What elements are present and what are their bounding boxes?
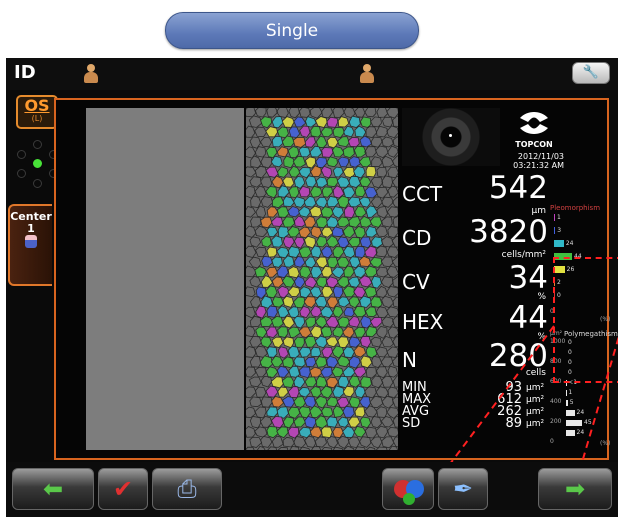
pleomorphism-bar-label: 1 [557, 214, 561, 221]
stat-unit-max: µm² [526, 395, 545, 405]
polymegathism-axis-label: 200 [550, 418, 562, 425]
polymegathism-axis-label: 400 [550, 398, 562, 405]
stat-value-sd: 89 [505, 416, 522, 431]
eye-sub-label: (L) [31, 114, 43, 123]
cell-analysis-image [246, 108, 398, 450]
metric-value-cct: 542 [488, 170, 548, 206]
patient-icon[interactable] [84, 64, 98, 84]
metric-unit-cd: cells/mm² [501, 250, 546, 260]
anterior-eye-thumbnail [402, 108, 500, 166]
fixation-dot-top[interactable] [33, 140, 42, 149]
polymegathism-bar-label: 24 [576, 429, 585, 436]
patient-position-icon [25, 235, 37, 248]
polymegathism-bar-label: 1 [568, 389, 573, 396]
metric-label-n: N [402, 348, 417, 372]
metric-value-cv: 34 [508, 260, 548, 296]
back-camera-button[interactable]: ⬅ [12, 468, 94, 510]
eye-select-button[interactable]: OS (L) [16, 95, 58, 129]
polymegathism-percent-label: (%) [600, 440, 611, 447]
id-label: ID [14, 62, 36, 83]
next-button[interactable]: ➡ [538, 468, 612, 510]
bottom-toolbar: ⬅ ✔ ⎙ ✒ ➡ [6, 462, 618, 517]
pleomorphism-bar-label: 24 [565, 240, 574, 247]
brand-name: TOPCON [515, 140, 553, 149]
printer-icon: ⎙ [177, 475, 197, 503]
metric-unit-n: cells [525, 368, 546, 378]
cell-map-button[interactable] [382, 468, 434, 510]
eye-label: OS [24, 96, 50, 115]
metric-label-hex: HEX [402, 310, 444, 334]
pleomorphism-title: Pleomorphism [550, 204, 601, 212]
patients-list-icon[interactable] [360, 64, 374, 84]
endothelium-image [86, 108, 244, 450]
polymegathism-bar-label: 45 [584, 419, 592, 426]
fixation-dot-lower-left[interactable] [17, 169, 26, 178]
topcon-logo-icon [520, 112, 548, 134]
cell-map-icon [394, 480, 424, 505]
pleomorphism-bar [554, 227, 556, 234]
print-button[interactable]: ⎙ [152, 468, 222, 510]
pleomorphism-bar-label: 3 [557, 227, 562, 234]
screen: Single ID 🔧 OS (L) Center 1 TOPCON 2012/… [0, 0, 618, 517]
polymegathism-bar [566, 410, 575, 416]
pen-icon: ✒ [452, 475, 474, 503]
results-panel: TOPCON 2012/11/03 03:21:32 AM CCT 542 µm… [54, 98, 609, 460]
wrench-icon: 🔧 [582, 65, 600, 80]
metric-value-cd: 3820 [469, 214, 548, 250]
single-mode-button[interactable]: Single [165, 12, 419, 49]
brand-logo: TOPCON [511, 110, 557, 149]
polymegathism-axis-label: 0 [550, 438, 554, 445]
position-number: 1 [27, 222, 35, 235]
stat-unit-avg: µm² [526, 407, 545, 417]
polymegathism-bar-label: 5 [569, 399, 574, 406]
stat-unit-min: µm² [526, 383, 545, 393]
capture-time: 03:21:32 AM [513, 161, 564, 170]
trace-pen-button[interactable]: ✒ [438, 468, 488, 510]
polymegathism-bar [566, 430, 575, 436]
fixation-dot-bottom[interactable] [33, 179, 42, 188]
position-tab-center[interactable]: Center 1 [8, 204, 52, 286]
metric-label-cd: CD [402, 226, 432, 250]
top-bar: ID 🔧 [6, 58, 618, 90]
fixation-dot-center[interactable] [33, 159, 42, 168]
metric-label-cct: CCT [402, 182, 443, 206]
back-arrow-camera-icon: ⬅ [42, 475, 64, 503]
metric-value-hex: 44 [508, 300, 548, 336]
confirm-button[interactable]: ✔ [98, 468, 148, 510]
device-display: ID 🔧 OS (L) Center 1 TOPCON 2012/11/03 0… [6, 58, 618, 517]
metric-label-cv: CV [402, 270, 430, 294]
fixation-dot-upper-left[interactable] [17, 150, 26, 159]
pleomorphism-bar [554, 214, 555, 221]
capture-date: 2012/11/03 [517, 152, 564, 161]
cell-overlay [246, 108, 398, 450]
stat-label-sd: SD [402, 416, 421, 431]
settings-wrench-button[interactable]: 🔧 [572, 62, 610, 84]
forward-arrow-icon: ➡ [564, 475, 586, 503]
capture-timestamp: 2012/11/03 03:21:32 AM [502, 152, 564, 170]
polymegathism-bar [566, 420, 582, 426]
check-icon: ✔ [112, 475, 134, 503]
pleomorphism-callout-box [553, 257, 618, 383]
polymegathism-bar [566, 400, 568, 406]
polymegathism-bar-label: 24 [576, 409, 585, 416]
stat-unit-sd: µm² [526, 419, 545, 429]
pleomorphism-bar [554, 240, 564, 247]
